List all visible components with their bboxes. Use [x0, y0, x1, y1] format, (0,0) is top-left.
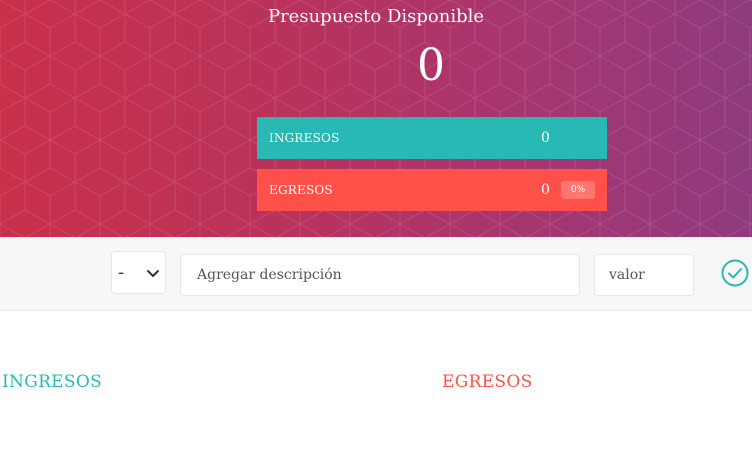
- budget-title: Presupuesto Disponible: [267, 6, 485, 27]
- expense-percentage-badge: 0%: [561, 181, 595, 199]
- value-input[interactable]: [594, 254, 694, 296]
- income-list-title: INGRESOS: [2, 372, 103, 392]
- budget-value: 0: [417, 40, 445, 91]
- description-input[interactable]: [180, 254, 580, 296]
- checkmark-circle-icon: [721, 259, 749, 287]
- income-summary-label: INGRESOS: [269, 131, 340, 145]
- income-summary: INGRESOS 0: [257, 117, 607, 159]
- expense-summary: EGRESOS 0 0%: [257, 169, 607, 211]
- expense-summary-label: EGRESOS: [269, 183, 333, 197]
- expense-list-title: EGRESOS: [442, 372, 533, 392]
- add-entry-button[interactable]: [720, 258, 750, 288]
- add-entry-bar: -: [0, 237, 752, 311]
- chevron-down-icon: [147, 269, 159, 277]
- expense-summary-value: 0: [541, 182, 550, 198]
- income-summary-value: 0: [541, 130, 550, 146]
- budget-header: Presupuesto Disponible 0 INGRESOS 0 EGRE…: [0, 0, 752, 237]
- type-select-value: -: [118, 262, 125, 283]
- type-select[interactable]: -: [111, 251, 166, 294]
